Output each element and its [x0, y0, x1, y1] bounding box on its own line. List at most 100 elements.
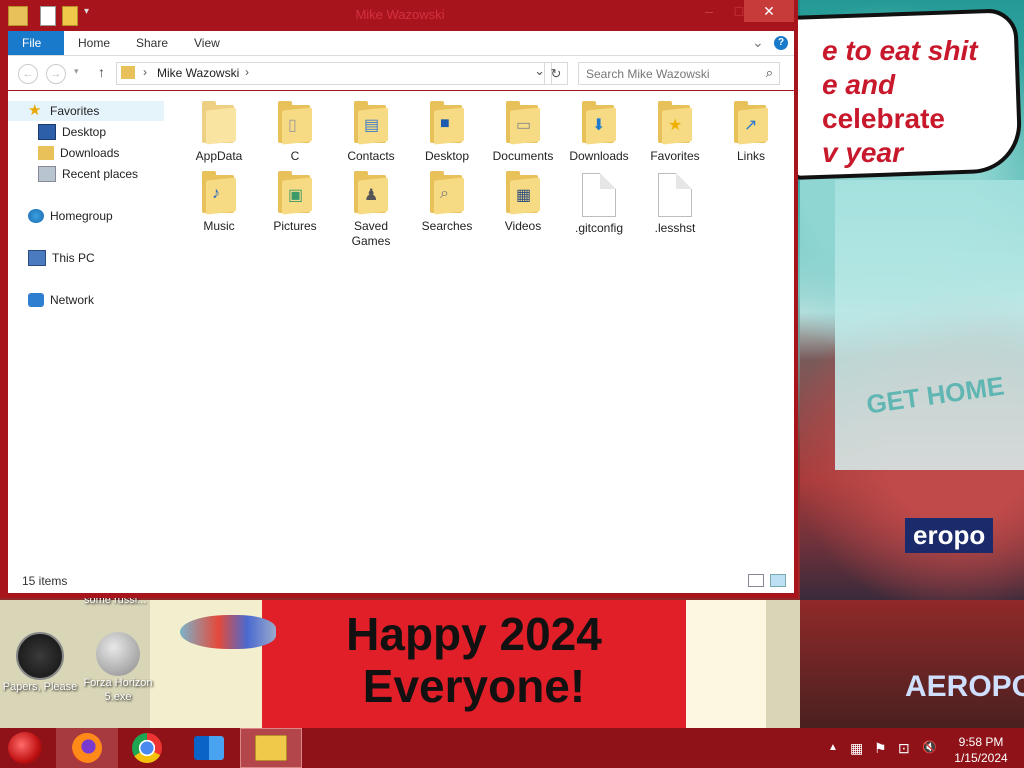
nav-label: Network [50, 293, 95, 307]
tab-share[interactable]: Share [122, 31, 182, 55]
speech-line-1: e to eat shit [822, 35, 978, 66]
search-icon[interactable]: ⌕ [766, 65, 773, 81]
tab-view[interactable]: View [180, 31, 234, 55]
file-item-lesshst[interactable]: .lesshst [638, 171, 712, 236]
nav-label: Recent places [62, 167, 139, 181]
file-item-appdata[interactable]: AppData [182, 99, 256, 164]
action-center-flag-icon[interactable]: ⚑ [874, 740, 887, 757]
downloads-icon: ⬇ [580, 99, 618, 145]
close-button[interactable]: ✕ [744, 0, 794, 22]
taskbar-chrome[interactable] [116, 728, 178, 768]
file-name: AppData [195, 149, 243, 163]
volume-muted-icon[interactable]: 🔇 [922, 740, 937, 754]
homegroup-icon [28, 209, 44, 223]
desktop-icon-papers-please[interactable]: Papers, Please [0, 632, 80, 694]
file-name: Searches [421, 219, 473, 233]
nav-item-recent-places[interactable]: Recent places [38, 164, 138, 184]
file-name: Pictures [273, 219, 317, 233]
file-item-videos[interactable]: ▦ Videos [486, 169, 560, 234]
file-name: Links [736, 149, 765, 163]
large-icons-view-icon[interactable] [770, 574, 786, 587]
address-row: ← → ▾ ↑ › Mike Wazowski › ⌄ ↻ Search Mik… [8, 56, 794, 90]
file-name: Videos [504, 219, 542, 233]
back-button[interactable]: ← [18, 64, 38, 84]
show-hidden-icons-icon[interactable]: ▲ [828, 742, 838, 753]
file-name: Downloads [569, 149, 629, 163]
file-item-pictures[interactable]: ▣ Pictures [258, 169, 332, 234]
nav-item-desktop[interactable]: Desktop [38, 122, 106, 142]
file-item-desktop[interactable]: ■ Desktop [410, 99, 484, 164]
title-bar[interactable]: ▾ Mike Wazowski – □ ✕ [0, 0, 798, 30]
file-item-contacts[interactable]: ▤ Contacts [334, 99, 408, 164]
network-tray-icon[interactable]: ⊡ [898, 740, 910, 757]
file-item-downloads[interactable]: ⬇ Downloads [562, 99, 636, 164]
wallpaper-sign-2: AEROPOS [905, 670, 1024, 703]
file-name: Documents [492, 149, 554, 163]
new-document-icon[interactable] [40, 6, 56, 26]
desktop-icon-label: Papers, Please [2, 681, 78, 693]
file-item-saved-games[interactable]: ♟ Saved Games [334, 169, 408, 249]
folder-document-icon: ▯ [276, 99, 314, 145]
nav-label: This PC [52, 251, 95, 265]
search-input[interactable]: Search Mike Wazowski ⌕ [578, 62, 780, 85]
refresh-button[interactable]: ↻ [544, 62, 568, 85]
nav-label: Favorites [50, 104, 100, 118]
tab-home[interactable]: Home [64, 31, 124, 55]
file-item-c[interactable]: ▯ C [258, 99, 332, 164]
file-name: Favorites [650, 149, 700, 163]
file-item-favorites[interactable]: ★ Favorites [638, 99, 712, 164]
tab-file[interactable]: File [8, 31, 64, 55]
wallpaper-sign: eropo [905, 518, 994, 553]
nav-label: Homegroup [50, 209, 113, 223]
quick-access-dropdown-icon[interactable]: ▾ [84, 6, 102, 24]
desktop-icon-label: Forza Horizon 5.exe [83, 677, 153, 703]
breadcrumb-separator[interactable]: › [143, 65, 147, 79]
file-item-links[interactable]: ↗ Links [714, 99, 788, 164]
music-icon: ♪ [200, 169, 238, 215]
recent-places-icon [38, 166, 56, 182]
nav-item-favorites[interactable]: ★ Favorites [8, 101, 164, 121]
wallpaper-cream-panel-right [686, 600, 766, 728]
file-list-pane[interactable]: AppData ▯ C ▤ Contacts ■ Desktop ▭ Docum… [164, 91, 794, 567]
desktop-icon: ■ [428, 99, 466, 145]
ribbon-expand-icon[interactable]: ⌄ [752, 34, 764, 51]
chrome-icon [132, 733, 162, 763]
wallpaper-speech-text: e to eat shit e and celebrate v year [822, 34, 1012, 170]
start-button[interactable] [8, 732, 42, 764]
breadcrumb-separator-end[interactable]: › [245, 65, 249, 79]
clock-date: 1/15/2024 [954, 751, 1008, 765]
details-view-icon[interactable] [748, 574, 764, 587]
up-button[interactable]: ↑ [98, 64, 105, 80]
contacts-icon: ▤ [352, 99, 390, 145]
star-icon: ★ [28, 102, 42, 119]
system-clock[interactable]: 9:58 PM 1/15/2024 [946, 734, 1016, 766]
file-explorer-window[interactable]: ▾ Mike Wazowski – □ ✕ File Home Share Vi… [0, 0, 798, 598]
breadcrumb-current-folder[interactable]: Mike Wazowski [157, 66, 239, 80]
file-item-gitconfig[interactable]: .gitconfig [562, 171, 636, 236]
navigation-pane: ★ Favorites Desktop Downloads Recent pla… [8, 91, 164, 567]
nav-item-this-pc[interactable]: This PC [28, 248, 95, 268]
desktop-icon-forza[interactable]: Forza Horizon 5.exe [78, 632, 158, 704]
file-item-documents[interactable]: ▭ Documents [486, 99, 560, 164]
nav-item-homegroup[interactable]: Homegroup [28, 206, 113, 226]
window-title: Mike Wazowski [355, 7, 445, 22]
nav-item-downloads[interactable]: Downloads [38, 143, 119, 163]
forward-button[interactable]: → [46, 64, 66, 84]
search-placeholder: Search Mike Wazowski [586, 67, 710, 81]
taskbar-outlook[interactable] [178, 728, 240, 768]
computer-icon [28, 250, 46, 266]
nav-item-network[interactable]: Network [28, 290, 94, 310]
file-item-music[interactable]: ♪ Music [182, 169, 256, 234]
taskbar-firefox[interactable] [56, 728, 118, 768]
clock-time: 9:58 PM [958, 735, 1004, 749]
address-bar[interactable]: › Mike Wazowski › ⌄ [116, 62, 552, 85]
taskbar-file-explorer[interactable] [240, 728, 302, 768]
folder-app-icon[interactable] [8, 6, 28, 26]
tray-app-icon[interactable]: ▦ [850, 740, 863, 757]
recent-locations-dropdown-icon[interactable]: ▾ [74, 66, 79, 77]
speech-line-3: v year [822, 137, 903, 168]
file-name: C [290, 149, 300, 163]
help-icon[interactable]: ? [774, 36, 788, 50]
file-item-searches[interactable]: ⌕ Searches [410, 169, 484, 234]
new-folder-icon[interactable] [62, 6, 78, 26]
